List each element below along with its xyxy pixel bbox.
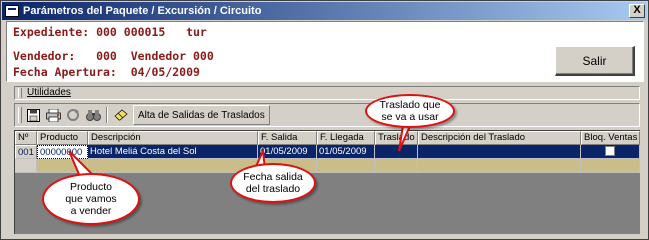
col-header-f-llegada[interactable]: F. Llegada xyxy=(317,131,375,145)
cell-producto[interactable]: 00000000 xyxy=(37,145,88,159)
col-header-bloq-ventas[interactable]: Bloq. Ventas xyxy=(581,131,640,145)
grid-header: Nº Producto Descripción F. Salida F. Lle… xyxy=(15,131,640,145)
window-icon xyxy=(5,5,19,17)
cell-descripcion[interactable] xyxy=(88,159,258,173)
col-header-descripcion[interactable]: Descripción xyxy=(88,131,258,145)
cell-desc-traslado[interactable] xyxy=(418,159,581,173)
cell-f-llegada[interactable]: 01/05/2009 xyxy=(317,145,375,159)
callout-traslado-text: Traslado que se va a usar xyxy=(379,99,441,123)
title-bar[interactable]: Parámetros del Paquete / Excursión / Cir… xyxy=(2,2,647,20)
menu-utilidades[interactable]: Utilidades xyxy=(27,87,71,98)
printer-icon[interactable] xyxy=(43,106,63,124)
toolbar: Alta de Salidas de Traslados xyxy=(14,103,640,127)
vendedor-text: Vendedor: 000 Vendedor 000 xyxy=(13,49,214,63)
cell-descripcion[interactable]: Hotel Meliá Costa del Sol xyxy=(88,145,258,159)
cell-producto[interactable] xyxy=(37,159,88,173)
expediente-text: Expediente: 000 000015 tur xyxy=(13,25,207,39)
col-header-producto[interactable]: Producto xyxy=(37,131,88,145)
row-number[interactable] xyxy=(15,159,37,173)
header-panel: Expediente: 000 000015 tur Vendedor: 000… xyxy=(6,21,644,82)
cell-desc-traslado[interactable] xyxy=(418,145,581,159)
salir-button[interactable]: Salir xyxy=(555,46,635,76)
save-icon[interactable] xyxy=(23,106,43,124)
callout-fecha-text: Fecha salida del traslado xyxy=(243,171,303,195)
cell-bloq-ventas[interactable] xyxy=(581,159,640,173)
toolbar-separator xyxy=(106,107,108,123)
col-header-f-salida[interactable]: F. Salida xyxy=(258,131,317,145)
callout-fecha: Fecha salida del traslado xyxy=(230,163,316,203)
callout-producto-text: Producto que vamos a vender xyxy=(65,181,117,217)
cell-traslado[interactable] xyxy=(375,145,418,159)
table-row[interactable]: 001 00000000 Hotel Meliá Costa del Sol 0… xyxy=(15,145,640,159)
alta-salidas-traslados-button[interactable]: Alta de Salidas de Traslados xyxy=(133,105,270,125)
col-header-traslado[interactable]: Traslado xyxy=(375,131,418,145)
cell-f-llegada[interactable] xyxy=(317,159,375,173)
cell-traslado[interactable] xyxy=(375,159,418,173)
callout-traslado: Traslado que se va a usar xyxy=(365,94,455,128)
bloq-ventas-checkbox[interactable] xyxy=(605,146,615,156)
table-row[interactable] xyxy=(15,159,640,173)
col-header-num[interactable]: Nº xyxy=(15,131,37,145)
refresh-icon[interactable] xyxy=(63,106,83,124)
callout-producto: Producto que vamos a vender xyxy=(42,173,140,225)
eraser-icon[interactable] xyxy=(111,106,131,124)
binoculars-icon[interactable] xyxy=(83,106,103,124)
row-number[interactable]: 001 xyxy=(15,145,37,159)
parametros-window: Parámetros del Paquete / Excursión / Cir… xyxy=(0,0,649,240)
window-title: Parámetros del Paquete / Excursión / Cir… xyxy=(23,5,262,17)
col-header-desc-traslado[interactable]: Descripción del Traslado xyxy=(418,131,581,145)
close-button[interactable]: X xyxy=(629,4,645,18)
cell-bloq-ventas[interactable] xyxy=(581,145,640,159)
menu-bar: Utilidades xyxy=(14,86,640,100)
cell-f-salida[interactable]: 01/05/2009 xyxy=(258,145,317,159)
fecha-apertura-text: Fecha Apertura: 04/05/2009 xyxy=(13,65,200,79)
